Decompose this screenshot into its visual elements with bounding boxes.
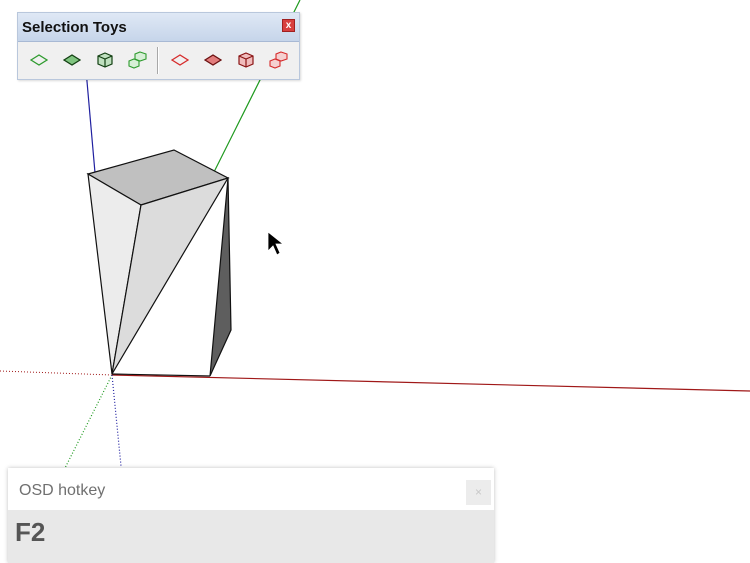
osd-hotkey-label: F2 [15,517,46,547]
select-components-button[interactable] [124,46,152,74]
selection-toys-toolbar: Selection Toys x [17,12,300,80]
select-edges-icon [30,54,48,66]
osd-title: OSD hotkey [19,482,106,499]
select-groups-icon [97,52,113,68]
blue-axis-dotted [111,374,122,467]
deselect-faces-icon [204,54,222,66]
toolbar-separator [157,47,158,74]
toolbar-title: Selection Toys [22,19,127,36]
green-axis-dotted [63,374,113,471]
toolbar-close-button[interactable]: x [282,19,295,32]
deselect-groups-icon [238,52,254,68]
toolbar-buttons [18,46,299,76]
select-groups-button[interactable] [91,46,119,74]
deselect-components-button[interactable] [265,46,293,74]
right-face[interactable] [209,177,232,377]
select-edges-button[interactable] [25,46,53,74]
osd-close-button[interactable]: × [466,480,491,505]
osd-hotkey-panel: OSD hotkey × F2 [8,468,494,563]
deselect-edges-button[interactable] [166,46,194,74]
toolbar-title-bar[interactable]: Selection Toys x [18,13,299,42]
select-faces-button[interactable] [58,46,86,74]
deselect-groups-button[interactable] [232,46,260,74]
osd-body: F2 [8,510,494,563]
deselect-faces-button[interactable] [199,46,227,74]
deselect-components-icon [269,51,288,69]
select-components-icon [128,51,147,69]
mouse-cursor-icon [267,231,285,256]
select-faces-icon [63,54,81,66]
deselect-edges-icon [171,54,189,66]
red-axis [111,374,750,392]
red-axis-dotted [0,370,113,376]
